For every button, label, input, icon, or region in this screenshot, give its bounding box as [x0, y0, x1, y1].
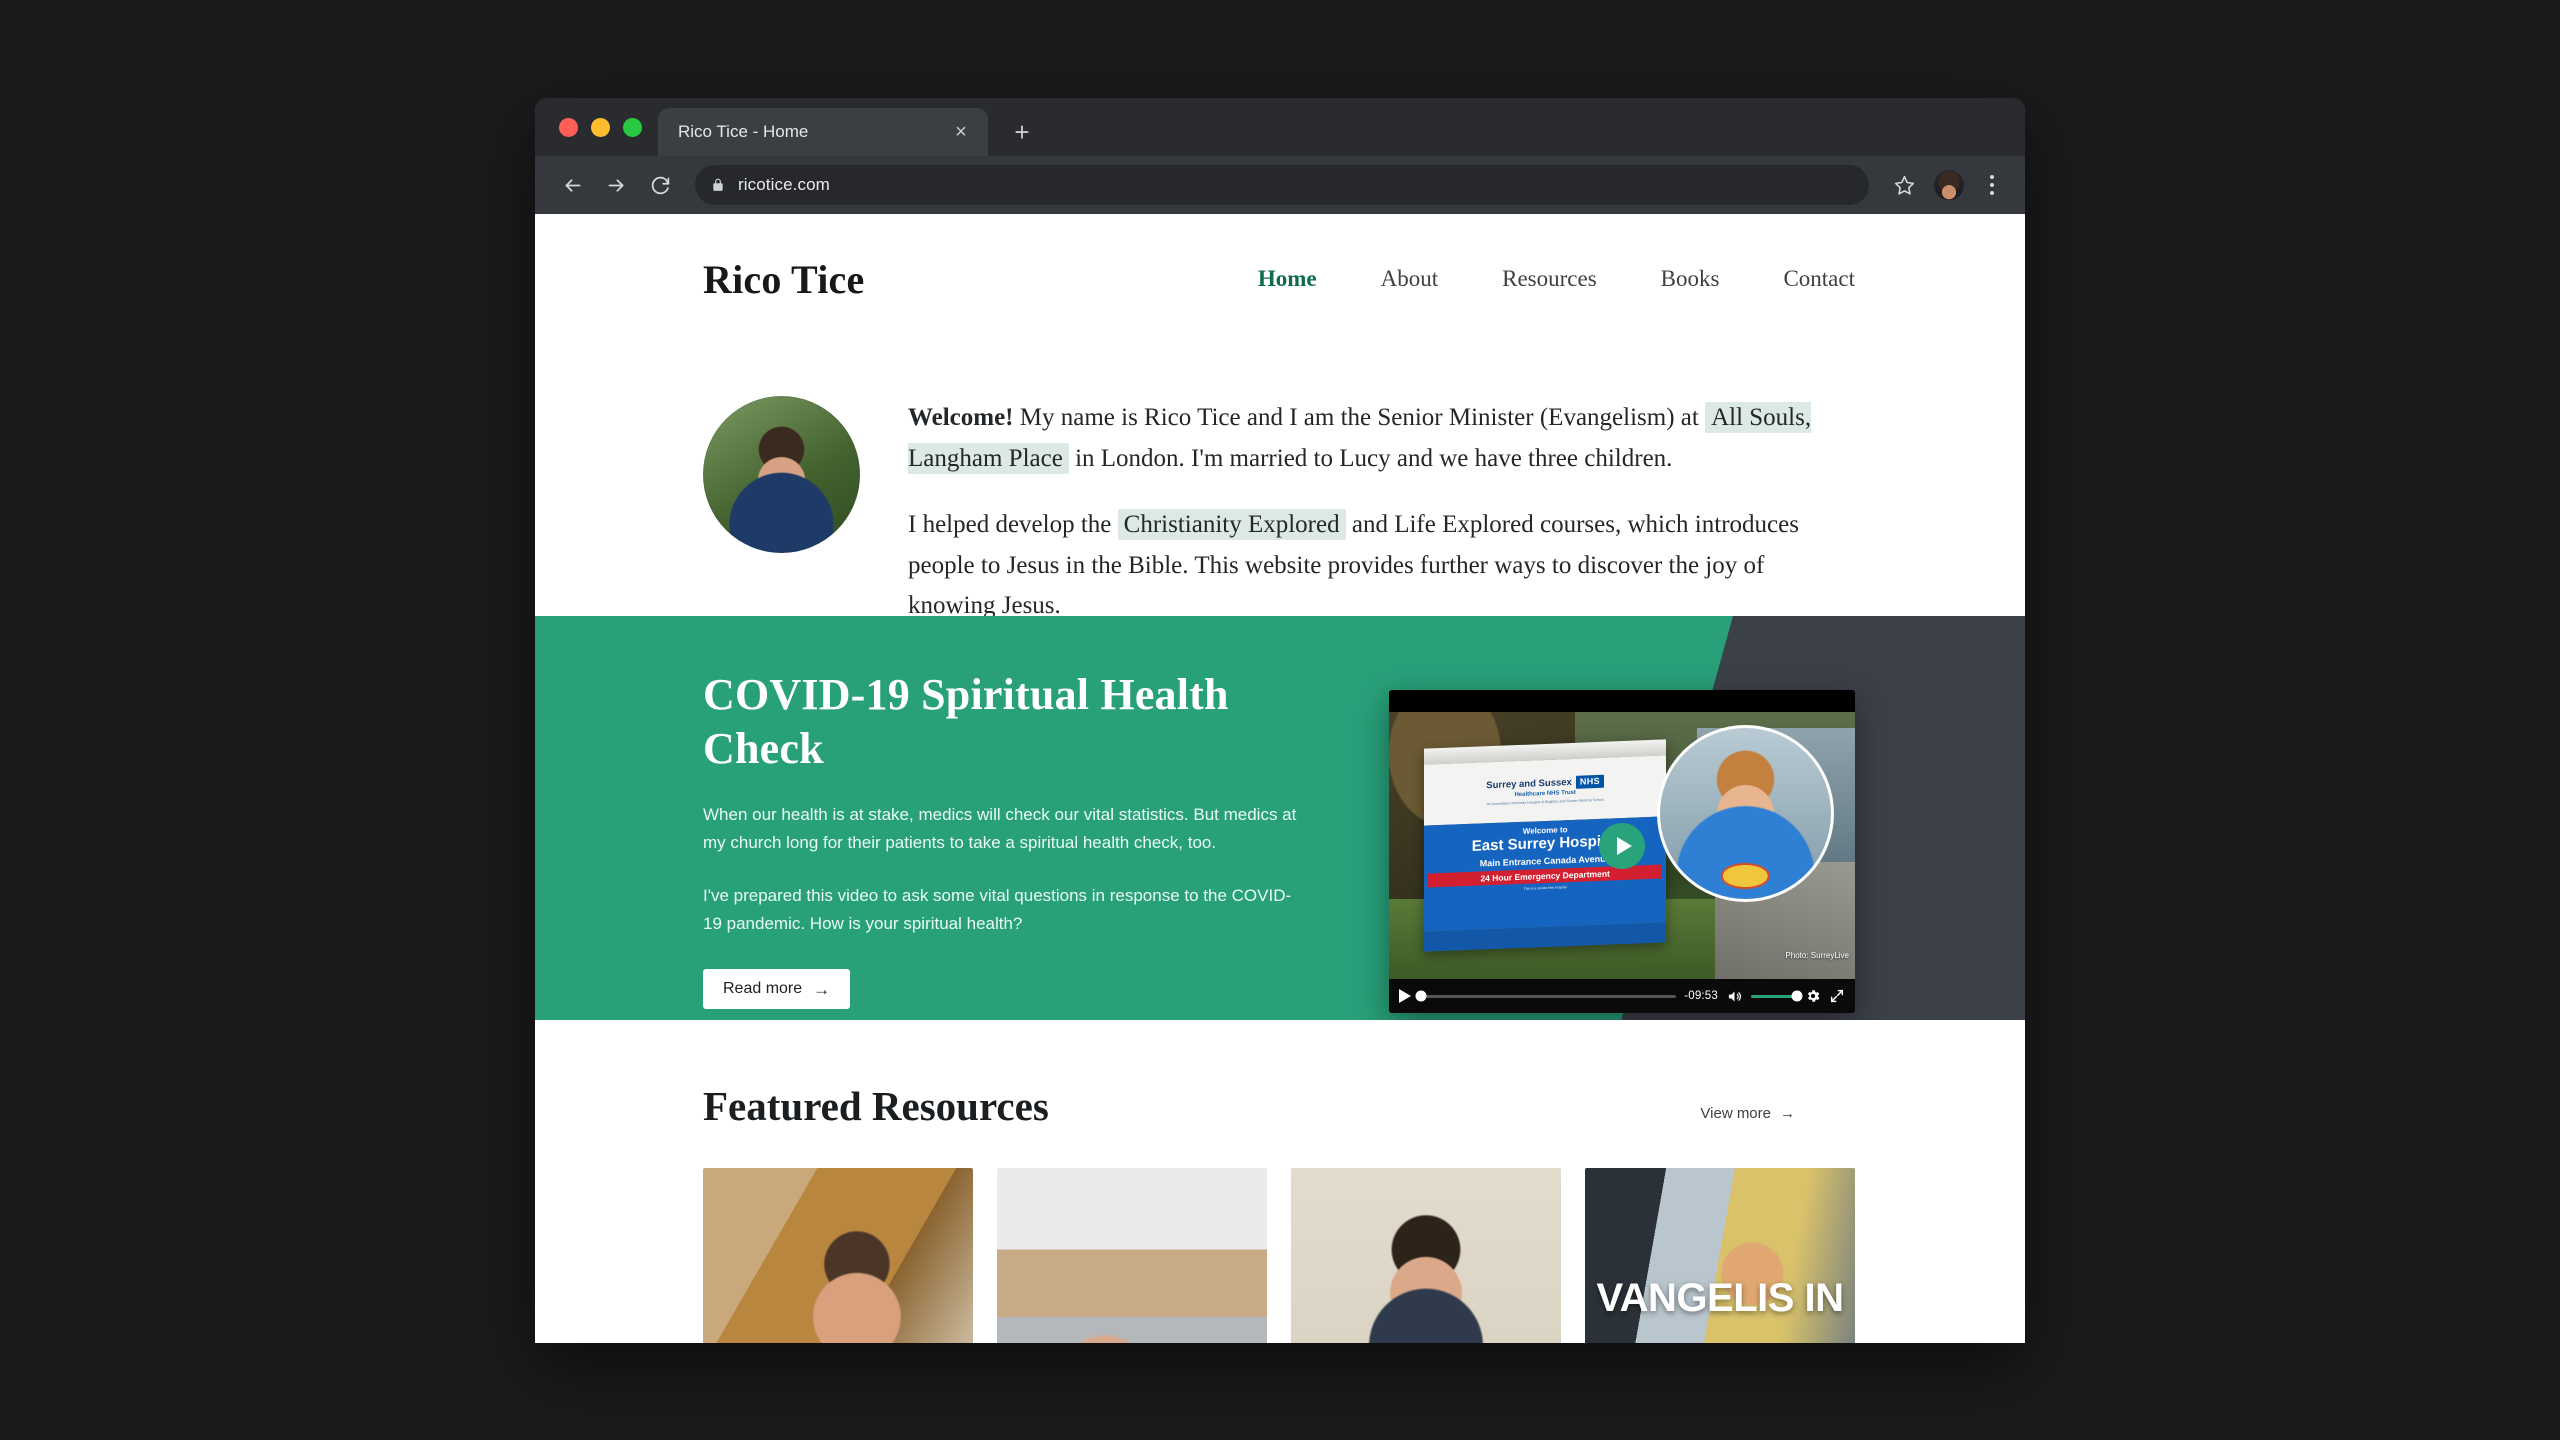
main-navigation: Home About Resources Books Contact — [1258, 266, 1915, 292]
url-text: ricotice.com — [738, 175, 830, 194]
progress-handle[interactable] — [1415, 990, 1427, 1002]
view-more-link[interactable]: View more → — [1700, 1105, 1795, 1130]
intro-greeting: Welcome! — [908, 404, 1014, 431]
lock-icon — [711, 178, 725, 192]
forward-arrow-icon[interactable] — [597, 166, 635, 204]
minimize-window-button[interactable] — [591, 117, 610, 137]
sign-trust-tiny: An Associated University Hospital of Bri… — [1486, 797, 1604, 807]
close-window-button[interactable] — [559, 117, 578, 137]
browser-toolbar: ricotice.com — [535, 156, 2025, 214]
nav-item-home[interactable]: Home — [1258, 266, 1317, 292]
nav-item-contact[interactable]: Contact — [1783, 266, 1855, 292]
resource-card-3[interactable] — [1291, 1168, 1561, 1343]
reload-icon[interactable] — [641, 166, 679, 204]
shirt-logo-icon — [1723, 865, 1768, 888]
gear-icon[interactable] — [1805, 988, 1821, 1004]
hero-paragraph-2: I've prepared this video to ask some vit… — [703, 886, 1292, 933]
link-christianity-explored[interactable]: Christianity Explored — [1117, 509, 1346, 540]
intro-p1-after: in London. I'm married to Lucy and we ha… — [1068, 444, 1673, 472]
video-player[interactable]: Surrey and Sussex NHS Healthcare NHS Tru… — [1389, 690, 1855, 1013]
view-more-label: View more — [1700, 1105, 1771, 1122]
featured-title: Featured Resources — [703, 1083, 1049, 1129]
photo-credit: Photo: SurreyLive — [1785, 951, 1849, 961]
profile-photo — [703, 396, 860, 553]
video-controls: -09:53 — [1389, 979, 1855, 1013]
new-tab-icon[interactable]: + — [1000, 110, 1044, 154]
video-stage: Surrey and Sussex NHS Healthcare NHS Tru… — [1389, 712, 1855, 979]
tab-strip: Rico Tice - Home × + — [535, 98, 2025, 156]
resource-card-4[interactable]: VANGELIS IN — [1585, 1168, 1855, 1343]
browser-tab[interactable]: Rico Tice - Home × — [658, 108, 988, 156]
sign-white-panel: Surrey and Sussex NHS Healthcare NHS Tru… — [1423, 755, 1667, 826]
hero-title: COVID-19 Spiritual Health Check — [703, 670, 1229, 773]
nav-item-about[interactable]: About — [1381, 266, 1439, 292]
back-arrow-icon[interactable] — [553, 166, 591, 204]
nhs-logo: NHS — [1575, 774, 1604, 789]
intro-paragraph-2: I helped develop the Christianity Explor… — [908, 505, 1855, 627]
time-remaining: -09:53 — [1684, 990, 1718, 1002]
nav-item-resources[interactable]: Resources — [1502, 266, 1597, 292]
volume-slider[interactable] — [1751, 990, 1803, 1002]
hero-inner: COVID-19 Spiritual Health Check When our… — [535, 616, 2025, 1020]
tab-title: Rico Tice - Home — [678, 122, 809, 141]
volume-handle[interactable] — [1791, 990, 1803, 1002]
sign-trust-sub: Healthcare NHS Trust — [1514, 789, 1576, 799]
nav-item-books[interactable]: Books — [1661, 266, 1720, 292]
read-more-button[interactable]: Read more → — [703, 969, 851, 1010]
close-icon[interactable]: × — [948, 119, 974, 145]
picture-in-picture-speaker — [1656, 725, 1835, 903]
kebab-menu-icon[interactable] — [1975, 166, 2009, 204]
avatar[interactable] — [1934, 170, 1964, 200]
intro-p1-before: My name is Rico Tice and I am the Senior… — [1013, 404, 1706, 431]
volume-fill — [1751, 994, 1797, 998]
featured-header: Featured Resources View more → — [703, 1082, 1855, 1130]
volume-icon[interactable] — [1726, 989, 1743, 1004]
sign-trust-line: Surrey and Sussex NHS — [1486, 774, 1604, 793]
intro-section: Welcome! My name is Rico Tice and I am t… — [535, 344, 2025, 619]
resource-card-4-overlay: VANGELIS IN — [1596, 1276, 1844, 1321]
intro-paragraph-1: Welcome! My name is Rico Tice and I am t… — [908, 398, 1855, 479]
site-header: Rico Tice Home About Resources Books Con… — [535, 214, 2025, 344]
featured-resources-section: Featured Resources View more → VANGELIS … — [535, 1020, 2025, 1343]
hero-copy: COVID-19 Spiritual Health Check When our… — [703, 616, 1323, 1020]
page-viewport: Rico Tice Home About Resources Books Con… — [535, 214, 2025, 1343]
progress-scrubber[interactable] — [1415, 990, 1677, 1002]
play-circle-icon[interactable] — [1599, 822, 1645, 869]
fullscreen-icon[interactable] — [1829, 988, 1845, 1004]
window-controls — [553, 98, 658, 156]
play-icon[interactable] — [1399, 989, 1411, 1003]
star-icon[interactable] — [1885, 166, 1923, 204]
maximize-window-button[interactable] — [623, 117, 642, 137]
intro-text: Welcome! My name is Rico Tice and I am t… — [908, 392, 1855, 619]
read-more-label: Read more — [723, 980, 803, 998]
site-logo[interactable]: Rico Tice — [703, 256, 864, 303]
arrow-right-icon: → — [1780, 1105, 1795, 1122]
intro-p2-before: I helped develop the — [908, 511, 1118, 538]
resource-card-2[interactable] — [997, 1168, 1267, 1343]
sign-trust-name: Surrey and Sussex — [1486, 777, 1572, 792]
browser-window: Rico Tice - Home × + ricotice.com Rico T… — [535, 98, 2025, 1343]
resource-card-1[interactable] — [703, 1168, 973, 1343]
resource-card-list: VANGELIS IN — [703, 1168, 1855, 1343]
hero-paragraph-1: When our health is at stake, medics will… — [703, 805, 1297, 852]
arrow-right-icon: → — [813, 979, 831, 999]
hero-section: COVID-19 Spiritual Health Check When our… — [535, 616, 2025, 1020]
address-bar[interactable]: ricotice.com — [695, 165, 1869, 205]
